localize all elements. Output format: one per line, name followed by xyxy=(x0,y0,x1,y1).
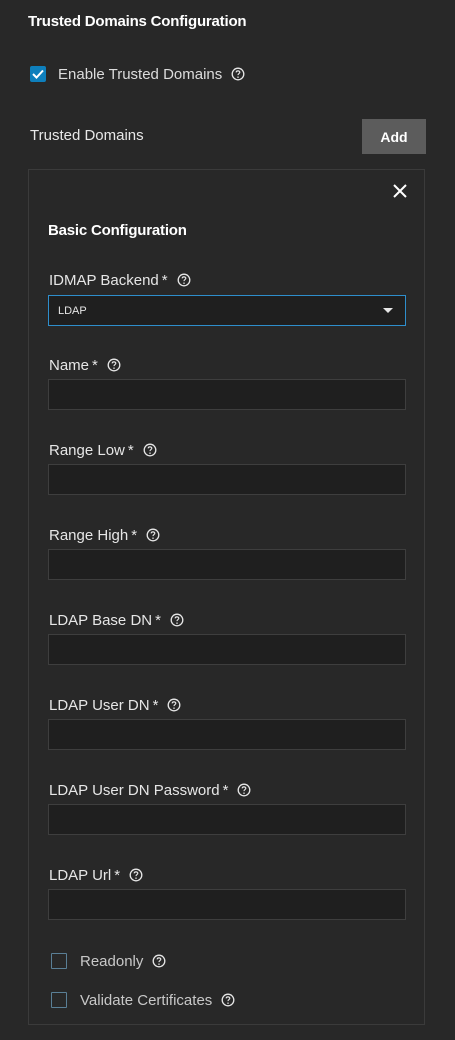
checkmark-icon xyxy=(32,69,44,79)
enable-trusted-domains-checkbox[interactable] xyxy=(30,66,46,82)
help-icon[interactable] xyxy=(146,528,160,542)
enable-trusted-domains-row: Enable Trusted Domains xyxy=(30,64,245,84)
add-button[interactable]: Add xyxy=(362,119,426,154)
idmap-backend-select[interactable]: LDAP xyxy=(48,295,406,326)
idmap-backend-label: IDMAP Backend * xyxy=(49,270,191,290)
ldap-user-dn-password-label: LDAP User DN Password * xyxy=(49,780,251,800)
caret-down-icon xyxy=(383,308,393,313)
ldap-user-dn-label: LDAP User DN * xyxy=(49,695,181,715)
validate-certificates-row: Validate Certificates xyxy=(51,990,235,1010)
ldap-base-dn-label: LDAP Base DN * xyxy=(49,610,184,630)
enable-trusted-domains-label: Enable Trusted Domains xyxy=(58,65,223,83)
readonly-label: Readonly xyxy=(80,952,144,970)
help-icon[interactable] xyxy=(152,954,166,968)
range-low-label: Range Low * xyxy=(49,440,157,460)
section-title: Trusted Domains Configuration xyxy=(28,13,247,30)
help-icon[interactable] xyxy=(231,67,245,81)
help-icon[interactable] xyxy=(237,783,251,797)
readonly-checkbox[interactable] xyxy=(51,953,67,969)
range-high-input[interactable] xyxy=(48,549,406,580)
name-input[interactable] xyxy=(48,379,406,410)
help-icon[interactable] xyxy=(107,358,121,372)
range-high-label: Range High * xyxy=(49,525,160,545)
ldap-url-label: LDAP Url * xyxy=(49,865,143,885)
help-icon[interactable] xyxy=(177,273,191,287)
readonly-row: Readonly xyxy=(51,951,166,971)
trusted-domain-panel: Basic Configuration IDMAP Backend * LDAP … xyxy=(28,169,425,1025)
name-label: Name * xyxy=(49,355,121,375)
validate-certificates-label: Validate Certificates xyxy=(80,991,213,1009)
help-icon[interactable] xyxy=(170,613,184,627)
panel-title: Basic Configuration xyxy=(48,222,187,239)
close-icon[interactable] xyxy=(390,181,410,201)
idmap-backend-value: LDAP xyxy=(58,304,87,317)
ldap-user-dn-password-input[interactable] xyxy=(48,804,406,835)
validate-certificates-checkbox[interactable] xyxy=(51,992,67,1008)
ldap-user-dn-input[interactable] xyxy=(48,719,406,750)
help-icon[interactable] xyxy=(221,993,235,1007)
ldap-url-input[interactable] xyxy=(48,889,406,920)
trusted-domains-label: Trusted Domains xyxy=(30,127,144,144)
help-icon[interactable] xyxy=(129,868,143,882)
help-icon[interactable] xyxy=(167,698,181,712)
ldap-base-dn-input[interactable] xyxy=(48,634,406,665)
range-low-input[interactable] xyxy=(48,464,406,495)
help-icon[interactable] xyxy=(143,443,157,457)
